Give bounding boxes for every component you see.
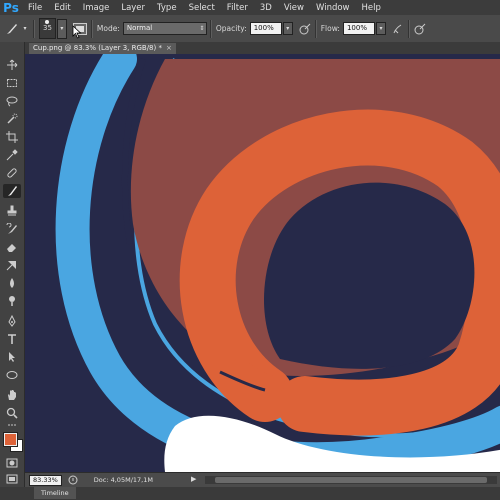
type-icon[interactable] [3,332,21,346]
crop-icon[interactable] [3,130,21,144]
quick-mask-icon[interactable] [3,456,21,470]
menu-view[interactable]: View [278,3,310,13]
hand-icon[interactable] [3,388,21,402]
zoom-icon[interactable] [3,406,21,420]
horizontal-scrollbar[interactable] [205,476,497,484]
menu-bar: Ps File Edit Image Layer Type Select Fil… [0,0,500,15]
pressure-size-icon[interactable] [414,23,426,35]
flow-dropdown[interactable]: ▾ [375,22,386,35]
bottom-panel-bar: Timeline [0,487,500,500]
document-canvas[interactable] [25,54,500,472]
brush-icon[interactable] [3,184,21,198]
shape-icon[interactable] [3,368,21,382]
menu-image[interactable]: Image [77,3,116,13]
brush-size-dropdown[interactable]: ▾ [56,18,67,39]
healing-brush-icon[interactable] [3,166,21,180]
brush-preset-icon[interactable] [5,22,19,36]
blur-icon[interactable] [3,276,21,290]
document-tab-bar: Cup.png @ 83.3% (Layer 3, RGB/8) * × [25,42,500,54]
menu-window[interactable]: Window [310,3,356,13]
chevron-down-icon: ⇕ [199,25,205,32]
clone-stamp-icon[interactable] [3,204,21,218]
path-select-icon[interactable] [3,350,21,364]
menu-help[interactable]: Help [356,3,387,13]
screen-mode-icon[interactable] [3,472,21,486]
menu-3d[interactable]: 3D [254,3,278,13]
menu-file[interactable]: File [22,3,48,13]
opacity-input[interactable]: 100% [249,22,282,35]
dodge-icon[interactable] [3,294,21,308]
status-info-icon[interactable] [68,475,78,485]
document-title: Cup.png @ 83.3% (Layer 3, RGB/8) * [33,44,162,52]
zoom-level-field[interactable]: 83.33% [29,474,62,486]
separator [209,19,212,38]
move-icon[interactable] [3,58,21,72]
pressure-opacity-icon[interactable] [299,23,311,35]
opacity-label: Opacity: [215,24,247,33]
separator [90,19,93,38]
flow-input[interactable]: 100% [342,22,375,35]
brush-size-value: 35 [43,24,52,32]
quick-select-icon[interactable] [3,112,21,126]
separator [407,19,410,38]
separator [33,19,35,38]
artwork [25,54,500,472]
separator [314,19,317,38]
scrollbar-thumb[interactable] [215,477,487,483]
eyedropper-icon[interactable] [3,148,21,162]
eraser-icon[interactable] [3,240,21,254]
menu-layer[interactable]: Layer [115,3,151,13]
pen-icon[interactable] [3,314,21,328]
foreground-color-swatch[interactable] [3,432,18,447]
close-icon[interactable]: × [166,43,172,54]
marquee-icon[interactable] [3,76,21,90]
photoshop-logo: Ps [3,0,19,15]
status-bar: 83.33% Doc: 4,05M/17,1M ▶ [25,472,500,487]
brush-size-picker[interactable]: 35 [39,18,56,39]
timeline-tab[interactable]: Timeline [34,487,76,499]
mouse-cursor-icon [72,25,82,39]
mode-label: Mode: [96,24,120,33]
opacity-dropdown[interactable]: ▾ [282,22,293,35]
menu-select[interactable]: Select [183,3,221,13]
history-brush-icon[interactable] [3,222,21,236]
more-tools-icon[interactable] [3,422,21,428]
tools-panel [0,42,25,487]
airbrush-icon[interactable] [392,23,404,35]
status-menu-arrow-icon[interactable]: ▶ [191,475,196,483]
document-tab[interactable]: Cup.png @ 83.3% (Layer 3, RGB/8) * × [29,43,176,54]
menu-filter[interactable]: Filter [221,3,254,13]
menu-edit[interactable]: Edit [48,3,76,13]
gradient-icon[interactable] [3,258,21,272]
mode-select[interactable]: Normal [122,22,207,35]
menu-type[interactable]: Type [151,3,183,13]
lasso-icon[interactable] [3,94,21,108]
flow-label: Flow: [320,24,340,33]
tool-preset-dropdown[interactable]: ▾ [21,23,29,34]
document-size-info: Doc: 4,05M/17,1M [93,476,153,484]
